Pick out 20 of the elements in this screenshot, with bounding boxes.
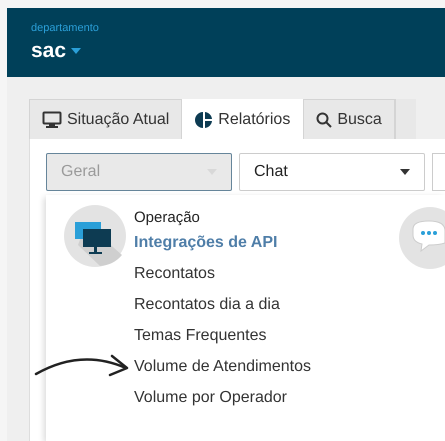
menu-item[interactable]: Recontatos [134,265,215,283]
monitors-icon [64,205,126,267]
menu-heading: Operação [134,209,201,228]
menu-item[interactable]: Volume de Atendimentos [134,358,312,376]
select-field[interactable]: Chat [239,153,425,191]
caret-icon [400,169,410,175]
menu-item[interactable]: Recontatos dia a dia [134,296,280,314]
tab[interactable] [394,99,416,139]
pie-chart-icon [195,110,214,128]
department-label: departamento [31,22,99,34]
department-dropdown[interactable]: sac [31,39,82,63]
menu-item[interactable]: Integrações de API [134,234,278,252]
menu-item[interactable]: Temas Frequentes [134,327,267,345]
menu-item[interactable]: Volume por Operador [134,389,287,407]
tab[interactable]: Relatórios [182,99,304,139]
tab[interactable]: Situação Atual [29,99,182,139]
caret-icon [71,48,82,54]
tab[interactable]: Busca [303,99,395,139]
search-icon [316,112,332,128]
monitor-icon [42,110,62,128]
